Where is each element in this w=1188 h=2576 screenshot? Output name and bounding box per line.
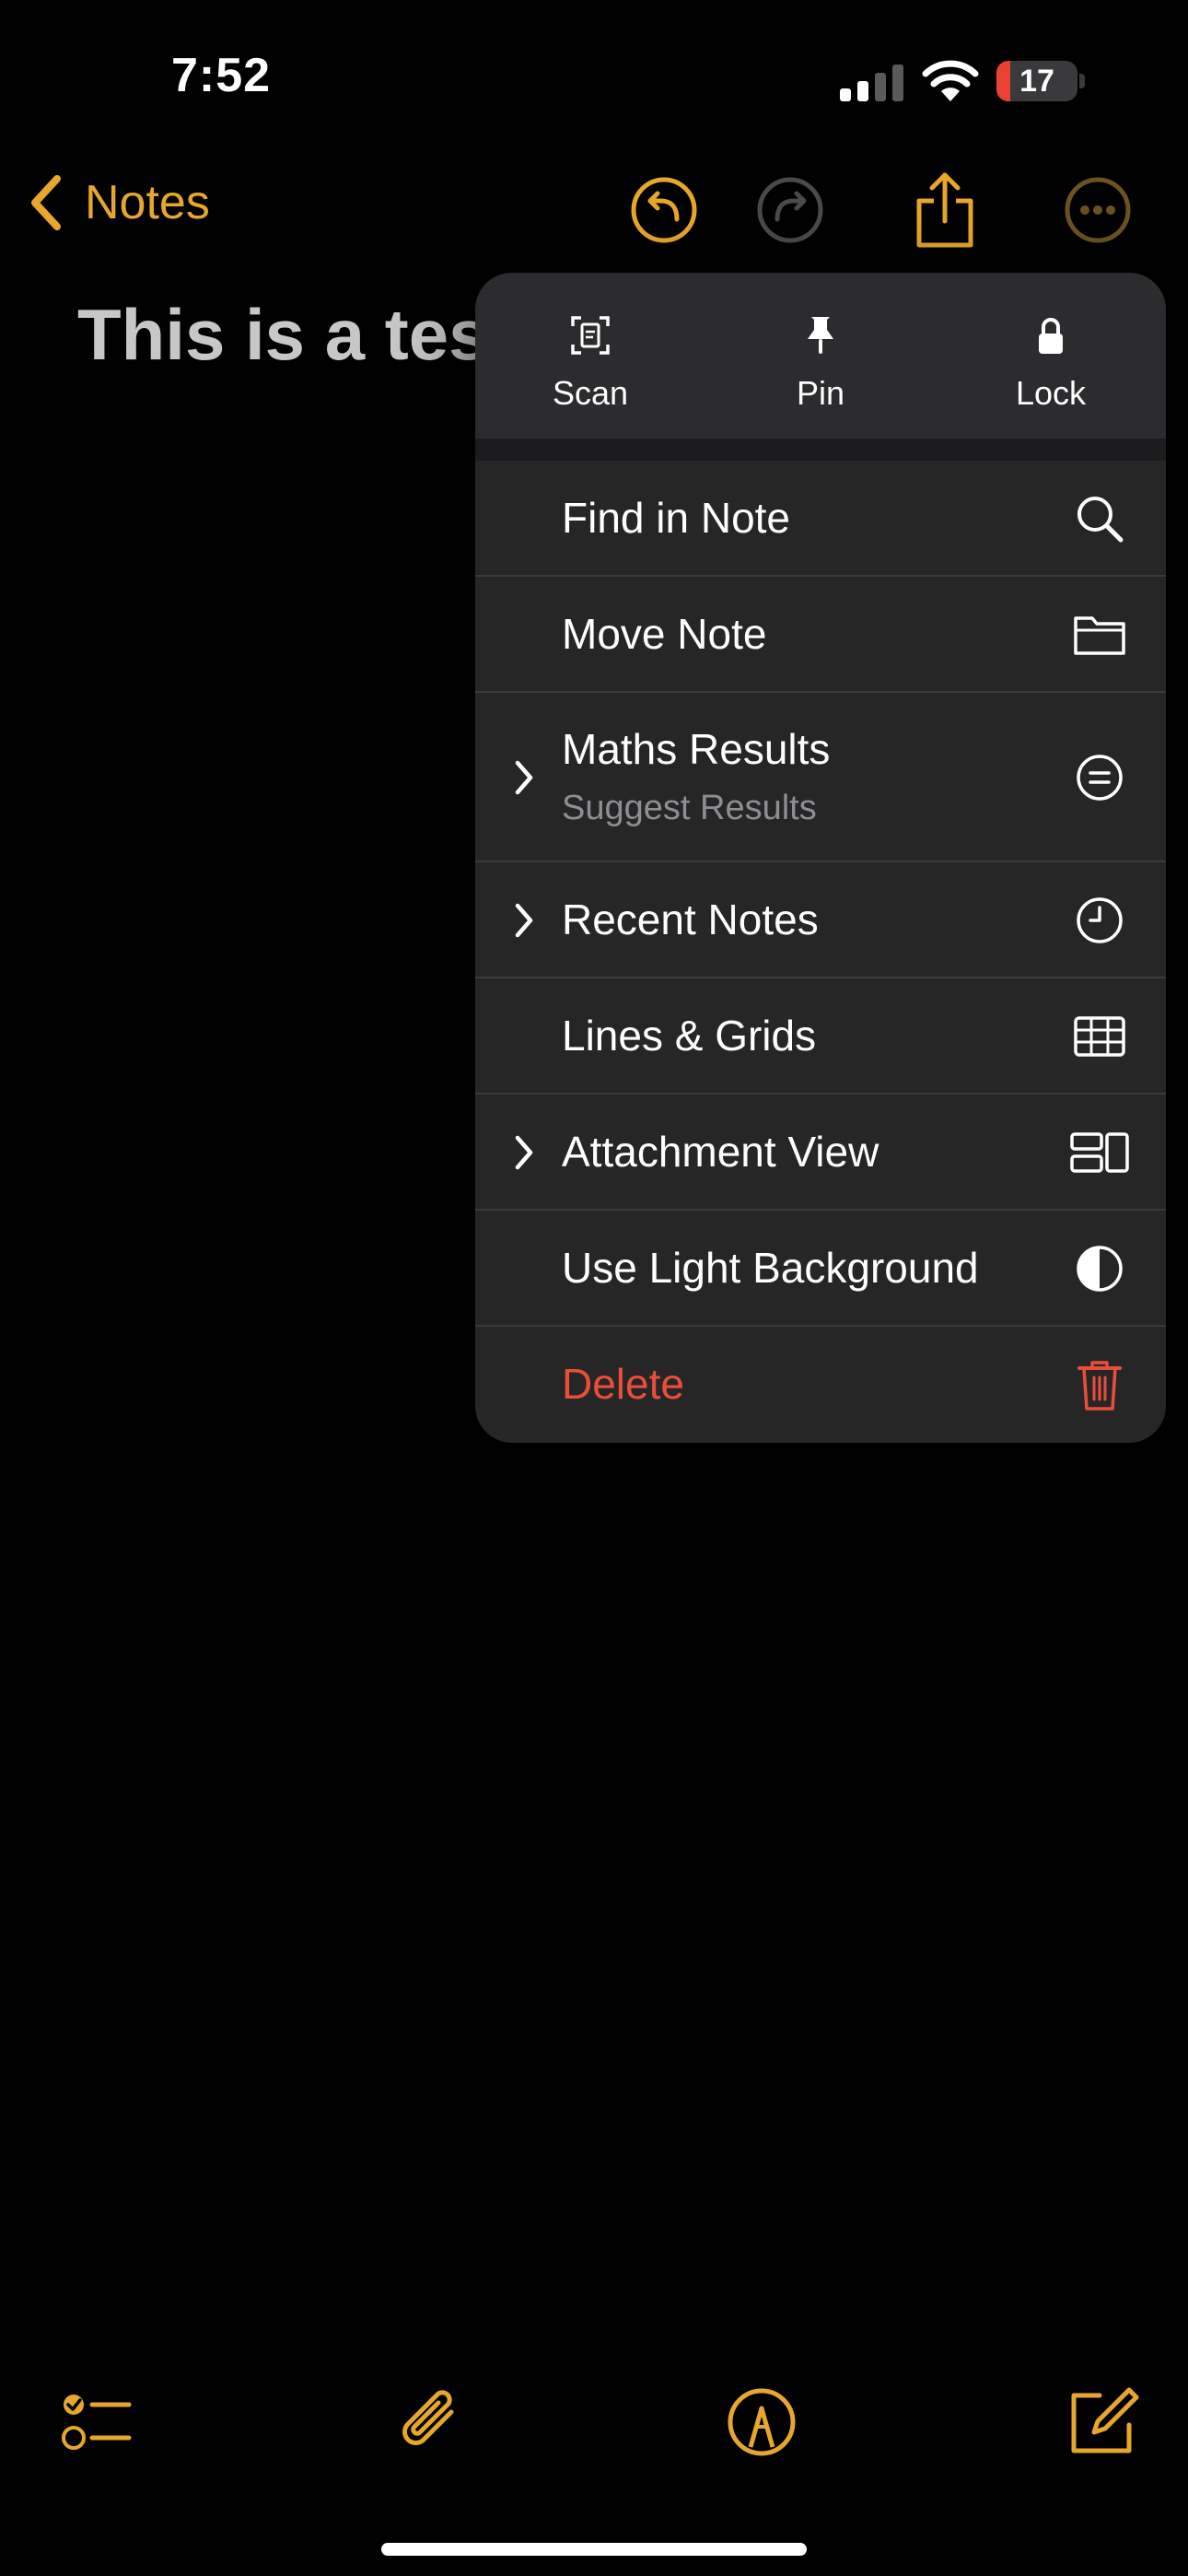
undo-button[interactable] bbox=[627, 173, 701, 247]
clock-icon bbox=[1077, 897, 1123, 943]
home-indicator[interactable] bbox=[381, 2543, 807, 2556]
markup-pen-button[interactable] bbox=[720, 2381, 803, 2464]
menu-item-lines-grids[interactable]: Lines & Grids bbox=[475, 978, 1166, 1095]
more-options-button[interactable] bbox=[1061, 173, 1135, 247]
lock-label: Lock bbox=[1015, 374, 1087, 412]
chevron-left-icon bbox=[31, 175, 61, 230]
share-button[interactable] bbox=[912, 171, 978, 249]
lock-icon bbox=[1039, 318, 1063, 354]
menu-item-find-in-note[interactable]: Find in Note bbox=[475, 461, 1166, 577]
scan-label: Scan bbox=[552, 374, 629, 412]
chevron-right-icon bbox=[515, 760, 533, 795]
paperclip-button[interactable] bbox=[390, 2381, 473, 2464]
half-circle-icon bbox=[1077, 1246, 1123, 1292]
cellular-signal-icon bbox=[840, 64, 903, 101]
back-label: Notes bbox=[85, 176, 210, 229]
lock-button[interactable]: Lock bbox=[936, 273, 1166, 439]
battery-level: 17 bbox=[1019, 64, 1054, 99]
wifi-icon bbox=[922, 60, 979, 101]
note-options-menu: Scan Pin Lock Find in Note Move Note Mat… bbox=[475, 273, 1166, 1443]
menu-item-label: Attachment View bbox=[562, 1128, 879, 1176]
chevron-right-icon bbox=[515, 903, 533, 938]
menu-item-maths-results[interactable]: Maths Results Suggest Results bbox=[475, 693, 1166, 862]
pin-button[interactable]: Pin bbox=[705, 273, 936, 439]
doc-scan-icon bbox=[571, 316, 610, 355]
trash-icon bbox=[1077, 1361, 1122, 1411]
chevron-right-icon bbox=[515, 1135, 533, 1170]
back-button[interactable]: Notes bbox=[28, 175, 210, 230]
menu-item-label: Use Light Background bbox=[562, 1244, 979, 1292]
menu-item-label: Delete bbox=[562, 1360, 684, 1408]
grid-icon bbox=[1074, 1016, 1125, 1057]
folder-icon bbox=[1074, 616, 1125, 655]
pin-label: Pin bbox=[796, 374, 845, 412]
pin-icon bbox=[808, 317, 833, 354]
redo-button[interactable] bbox=[753, 173, 827, 247]
menu-item-use-light-background[interactable]: Use Light Background bbox=[475, 1211, 1166, 1327]
menu-item-label: Recent Notes bbox=[562, 896, 819, 943]
battery-icon: 17 bbox=[996, 61, 1085, 101]
note-title[interactable]: This is a test bbox=[77, 293, 513, 377]
status-time: 7:52 bbox=[171, 49, 272, 102]
menu-item-delete[interactable]: Delete bbox=[475, 1327, 1166, 1443]
menu-item-label: Maths Results bbox=[562, 725, 831, 773]
menu-item-label: Move Note bbox=[562, 610, 767, 658]
menu-item-move-note[interactable]: Move Note bbox=[475, 577, 1166, 693]
quick-actions-row: Scan Pin Lock bbox=[475, 273, 1166, 439]
compose-new-note-button[interactable] bbox=[1059, 2381, 1142, 2464]
checklist-button[interactable] bbox=[53, 2381, 136, 2464]
magnifying-glass-icon bbox=[1077, 497, 1124, 543]
scan-button[interactable]: Scan bbox=[475, 273, 705, 439]
menu-item-label: Find in Note bbox=[562, 494, 791, 542]
menu-item-recent-notes[interactable]: Recent Notes bbox=[475, 862, 1166, 978]
menu-item-attachment-view[interactable]: Attachment View bbox=[475, 1095, 1166, 1211]
menu-item-sublabel: Suggest Results bbox=[562, 789, 817, 827]
menu-item-label: Lines & Grids bbox=[562, 1012, 817, 1060]
equals-circle-icon bbox=[1077, 755, 1123, 801]
attachment-layout-icon bbox=[1070, 1132, 1129, 1173]
